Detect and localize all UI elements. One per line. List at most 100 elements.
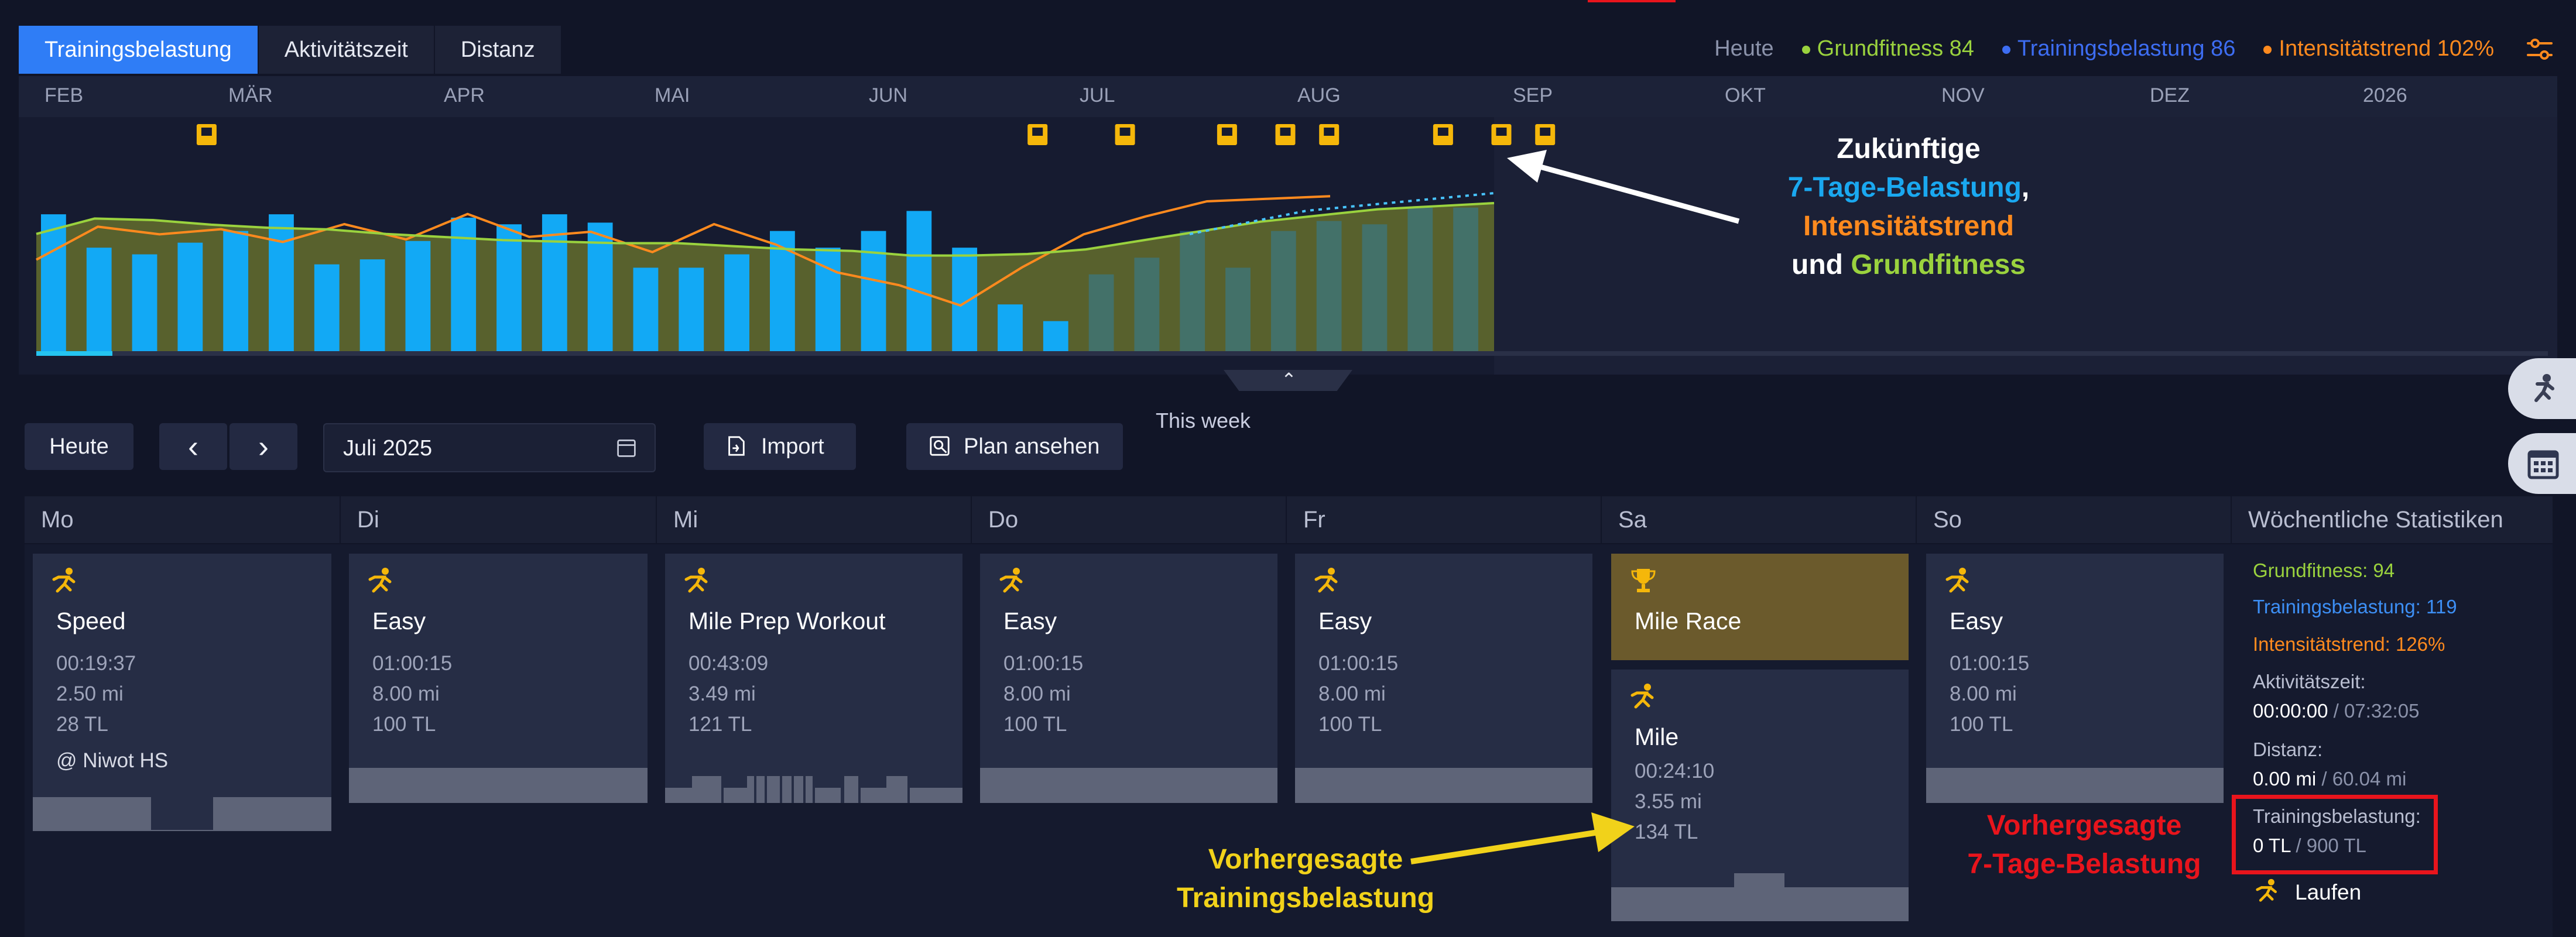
tab-distanz[interactable]: Distanz: [434, 26, 562, 74]
legend-load: Trainingsbelastung 86: [2002, 36, 2235, 61]
workout-profile: [349, 768, 648, 803]
load-bar: [314, 264, 340, 351]
next-month-button[interactable]: ›: [229, 423, 297, 470]
workout-title: Easy: [1318, 607, 1372, 634]
event-marker-icon: [1540, 128, 1551, 136]
workout-distance: 3.55 mi: [1635, 790, 1702, 813]
calendar-icon: [2527, 450, 2559, 479]
event-marker-icon: [201, 128, 212, 136]
day-header-mo: Mo: [25, 496, 340, 543]
load-bar: [724, 254, 749, 351]
load-bar: [1134, 258, 1160, 351]
workout-distance: 2.50 mi: [56, 682, 124, 705]
predicted-week-annotation: Vorhergesagte 7-Tage-Belastung: [1967, 810, 2201, 880]
today-button[interactable]: Heute: [25, 423, 133, 470]
stat-distance-label: Distanz:: [2253, 739, 2323, 760]
workout-title: Mile: [1635, 723, 1679, 750]
metric-tabs: Trainingsbelastung Aktivitätszeit Distan…: [19, 26, 562, 74]
day-header-fr: Fr: [1287, 496, 1601, 543]
month-picker-value: Juli 2025: [343, 436, 433, 461]
white-arrow: [1507, 150, 1740, 224]
running-mode-button[interactable]: [2508, 358, 2576, 419]
prev-month-button[interactable]: ‹: [159, 423, 227, 470]
month-label: AUG: [1297, 84, 1341, 107]
workout-load: 100 TL: [1950, 713, 2013, 736]
run-icon: [52, 568, 76, 593]
view-plan-label: Plan ansehen: [964, 434, 1100, 459]
plan-icon: [930, 436, 950, 456]
load-bar: [1407, 207, 1433, 351]
load-bar: [998, 304, 1023, 351]
weekly-stats-header: Wöchentliche Statistiken: [2232, 496, 2553, 543]
workout-profile: [1926, 768, 2224, 803]
top-accent-line: [1588, 0, 1676, 2]
workout-card-speed[interactable]: Speed 00:19:37 2.50 mi 28 TL @ Niwot HS: [33, 554, 331, 831]
month-label: NOV: [1941, 84, 1985, 107]
load-bar: [496, 224, 522, 351]
stat-time-value: 00:00:00 / 07:32:05: [2253, 700, 2420, 722]
load-bar: [405, 241, 431, 351]
run-icon: [1630, 684, 1654, 709]
sport-label: Laufen: [2295, 880, 2362, 904]
tab-trainingsbelastung[interactable]: Trainingsbelastung: [19, 26, 259, 74]
workout-load: 100 TL: [1003, 713, 1067, 736]
run-icon: [1314, 568, 1338, 593]
day-header-do: Do: [972, 496, 1286, 543]
month-label: SEP: [1513, 84, 1553, 107]
workout-card-easy-fr[interactable]: Easy 01:00:15 8.00 mi 100 TL: [1295, 554, 1592, 803]
workout-card-easy-di[interactable]: Easy 01:00:15 8.00 mi 100 TL: [349, 554, 648, 803]
view-plan-button[interactable]: Plan ansehen: [906, 423, 1123, 470]
run-icon: [999, 568, 1023, 593]
month-picker[interactable]: Juli 2025: [323, 423, 656, 472]
load-bar: [177, 242, 203, 351]
chart-legend: Heute Grundfitness 84 Trainingsbelastung…: [1714, 36, 2494, 61]
load-bar: [1180, 231, 1205, 351]
workout-load: 100 TL: [372, 713, 436, 736]
load-bar: [679, 267, 704, 351]
month-label: OKT: [1725, 84, 1766, 107]
workout-distance: 8.00 mi: [372, 682, 440, 705]
import-label: Import: [761, 434, 824, 459]
load-bar: [1088, 274, 1114, 351]
event-marker-icon: [1324, 128, 1335, 136]
workout-load: 100 TL: [1318, 713, 1382, 736]
load-bar: [1316, 221, 1342, 351]
workout-card-mile[interactable]: Mile 00:24:10 3.55 mi 134 TL: [1611, 670, 1909, 921]
workout-distance: 8.00 mi: [1950, 682, 2017, 705]
workout-title: Easy: [1950, 607, 2003, 634]
import-button[interactable]: Import: [704, 423, 856, 470]
load-bar: [1270, 231, 1296, 351]
chevron-up-icon: ⌃: [1281, 369, 1297, 390]
month-label: JUL: [1080, 84, 1115, 107]
workout-card-mile-prep[interactable]: Mile Prep Workout 00:43:09 3.49 mi 121 T…: [665, 554, 962, 803]
workout-card-easy-so[interactable]: Easy 01:00:15 8.00 mi 100 TL: [1926, 554, 2224, 803]
stat-distance-value: 0.00 mi / 60.04 mi: [2253, 768, 2407, 790]
calendar-view-button[interactable]: [2508, 433, 2576, 494]
import-icon: [728, 436, 745, 456]
workout-profile: [1295, 768, 1592, 803]
legend-fitness: Grundfitness 84: [1801, 36, 1974, 61]
load-bar: [132, 254, 157, 351]
workout-distance: 3.49 mi: [688, 682, 756, 705]
month-label: APR: [444, 84, 485, 107]
workout-title: Speed: [56, 607, 126, 634]
workout-profile: [665, 776, 962, 803]
workout-time: 01:00:15: [372, 652, 453, 675]
workout-card-easy-do[interactable]: Easy 01:00:15 8.00 mi 100 TL: [980, 554, 1277, 803]
load-bar: [1225, 267, 1251, 351]
workout-profile: [33, 797, 331, 831]
workout-time: 00:24:10: [1635, 760, 1715, 782]
tab-aktivitaetszeit[interactable]: Aktivitätszeit: [258, 26, 435, 74]
load-bar: [633, 267, 659, 351]
collapse-chart-button[interactable]: ⌃: [1224, 370, 1352, 391]
workout-time: 01:00:15: [1318, 652, 1399, 675]
workout-load: 28 TL: [56, 713, 108, 736]
workout-time: 01:00:15: [1950, 652, 2030, 675]
day-header-so: So: [1917, 496, 2231, 543]
sliders-icon[interactable]: [2523, 33, 2556, 66]
month-label: FEB: [44, 84, 84, 107]
race-card[interactable]: Mile Race: [1611, 554, 1909, 660]
load-bar: [86, 248, 112, 351]
load-bar: [861, 231, 886, 351]
load-bar: [41, 214, 66, 351]
